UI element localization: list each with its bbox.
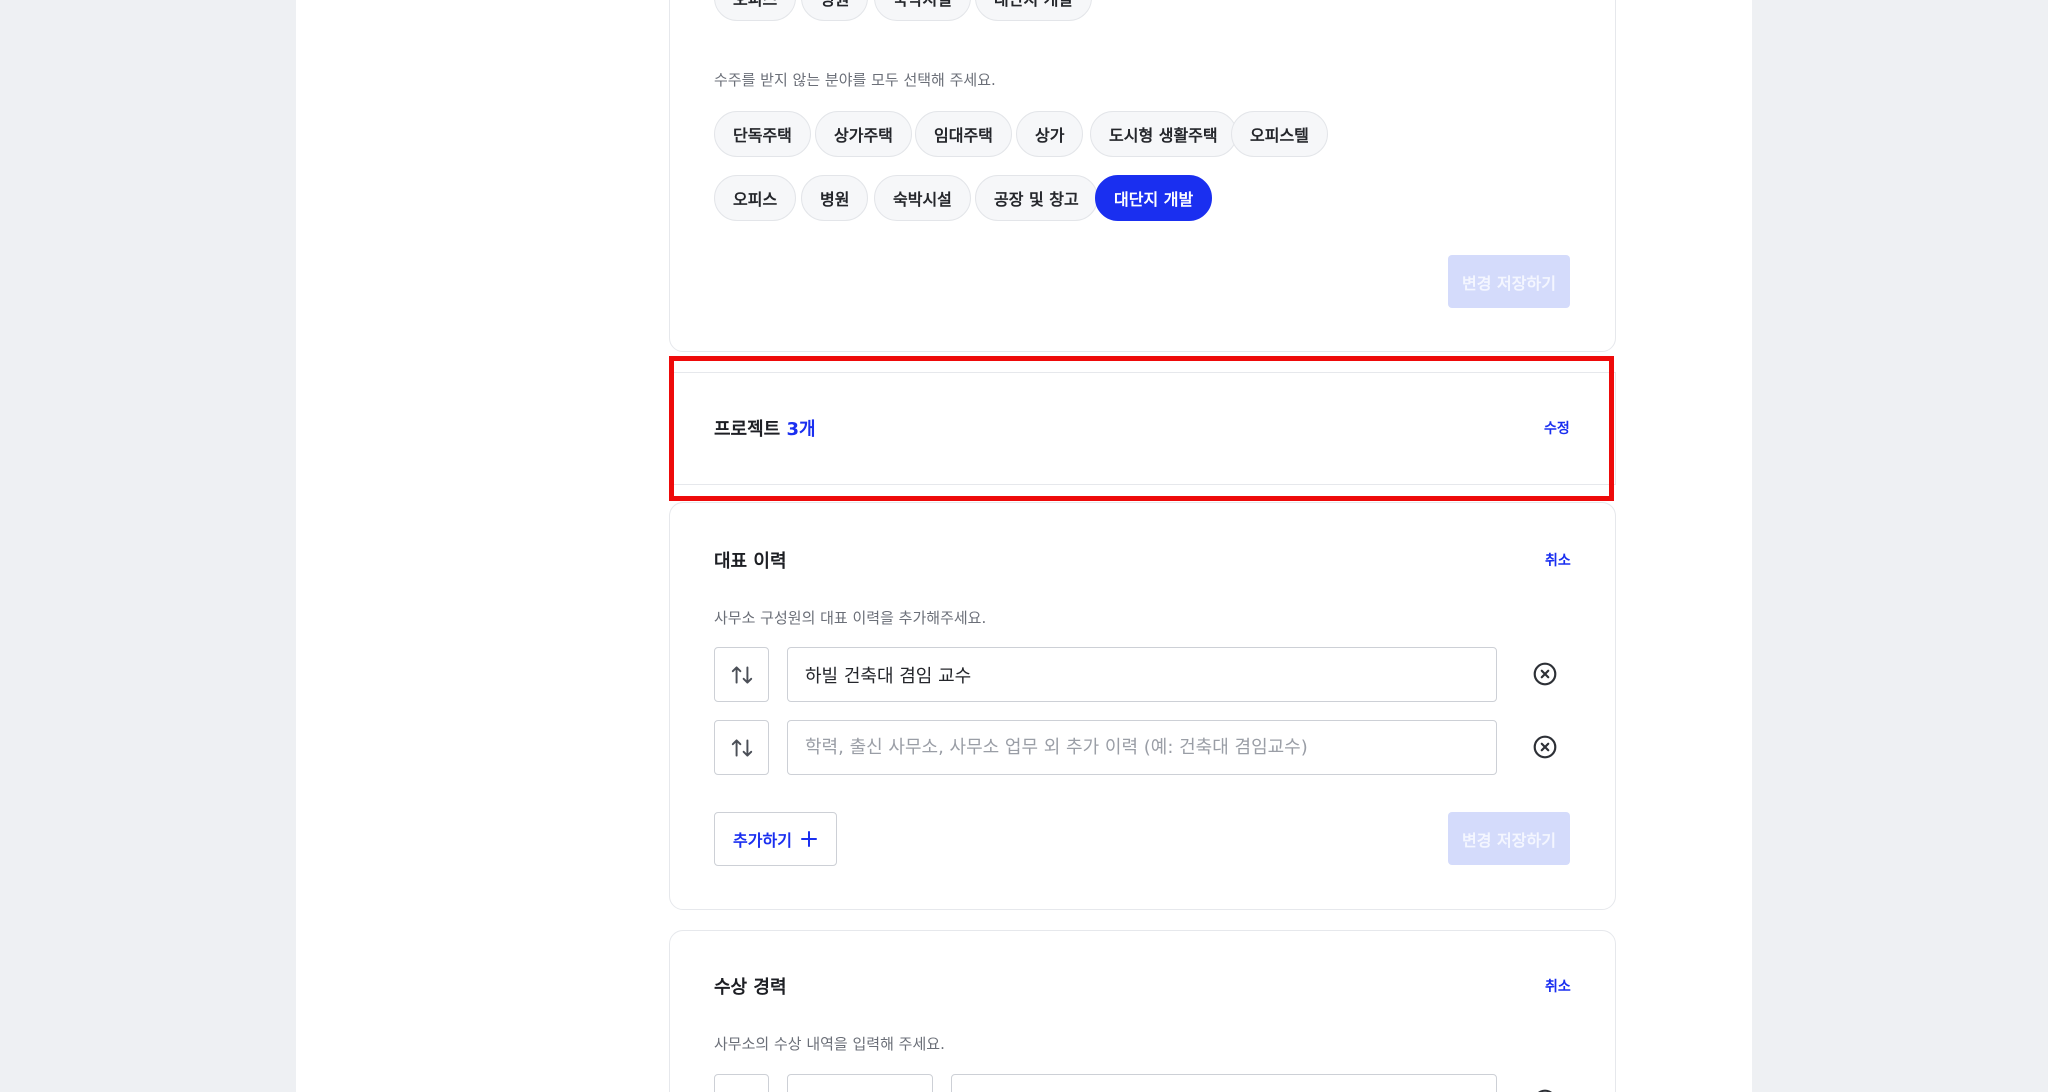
chip-detached-house[interactable]: 단독주택 (714, 111, 811, 157)
add-career-label: 추가하기 (733, 831, 792, 850)
project-title-label: 프로젝트 (714, 419, 781, 440)
swap-vertical-icon (729, 1089, 755, 1092)
close-circle-icon (1538, 1089, 1552, 1092)
top-chip-office[interactable]: 오피스 (714, 0, 797, 21)
award-hint: 사무소의 수상 내역을 입력해 주세요. (714, 1035, 945, 1053)
chip-rental-house[interactable]: 임대주택 (915, 111, 1012, 157)
top-chip-hospital[interactable]: 병원 (801, 0, 869, 21)
chip-large-complex-selected[interactable]: 대단지 개발 (1095, 175, 1213, 221)
award-cancel-link[interactable]: 취소 (1545, 976, 1571, 996)
award-title: 수상 경력 (714, 977, 787, 998)
field-hint: 수주를 받지 않는 분야를 모두 선택해 주세요. (714, 71, 996, 89)
chip-urban-housing[interactable]: 도시형 생활주택 (1090, 111, 1237, 157)
career-cancel-link[interactable]: 취소 (1545, 550, 1571, 570)
remove-entry-1[interactable] (1532, 661, 1558, 687)
project-count: 3개 (786, 419, 816, 440)
reorder-handle-2[interactable] (714, 720, 769, 775)
field-save-button[interactable]: 변경 저장하기 (1448, 255, 1570, 308)
career-title: 대표 이력 (714, 551, 787, 572)
project-section-card: 프로젝트 3개 수정 (669, 372, 1616, 485)
field-section-card: 오피스 병원 숙박시설 대단지 개발 수주를 받지 않는 분야를 모두 선택해 … (669, 0, 1616, 352)
award-year-input[interactable] (787, 1074, 933, 1092)
chip-lodging[interactable]: 숙박시설 (874, 175, 971, 221)
top-chip-complex[interactable]: 대단지 개발 (975, 0, 1093, 21)
award-section-card: 수상 경력 취소 사무소의 수상 내역을 입력해 주세요. (669, 930, 1616, 1092)
chip-factory-warehouse[interactable]: 공장 및 창고 (975, 175, 1098, 221)
career-section-card: 대표 이력 취소 사무소 구성원의 대표 이력을 추가해주세요. 추가하기 변경… (669, 502, 1616, 910)
reorder-handle-1[interactable] (714, 647, 769, 702)
award-remove-entry[interactable] (1532, 1088, 1558, 1092)
swap-vertical-icon (731, 665, 752, 684)
chip-hospital[interactable]: 병원 (801, 175, 869, 221)
career-hint: 사무소 구성원의 대표 이력을 추가해주세요. (714, 609, 987, 627)
close-circle-icon (1533, 735, 1557, 759)
career-input-2[interactable] (787, 720, 1497, 775)
project-edit-link[interactable]: 수정 (1544, 418, 1570, 438)
top-chip-lodging[interactable]: 숙박시설 (874, 0, 971, 21)
add-career-button[interactable]: 추가하기 (714, 812, 837, 866)
chip-shop-house[interactable]: 상가주택 (815, 111, 912, 157)
plus-icon (800, 831, 817, 847)
swap-vertical-icon (731, 738, 752, 757)
close-circle-icon (1533, 662, 1557, 686)
chip-officetel[interactable]: 오피스텔 (1231, 111, 1328, 157)
project-title: 프로젝트 3개 (714, 415, 816, 441)
remove-entry-2[interactable] (1532, 734, 1558, 760)
chip-office[interactable]: 오피스 (714, 175, 797, 221)
career-save-button[interactable]: 변경 저장하기 (1448, 812, 1570, 865)
award-reorder-handle[interactable] (714, 1074, 769, 1092)
career-input-1[interactable] (787, 647, 1497, 702)
award-name-input[interactable] (951, 1074, 1497, 1092)
chip-commercial[interactable]: 상가 (1016, 111, 1084, 157)
